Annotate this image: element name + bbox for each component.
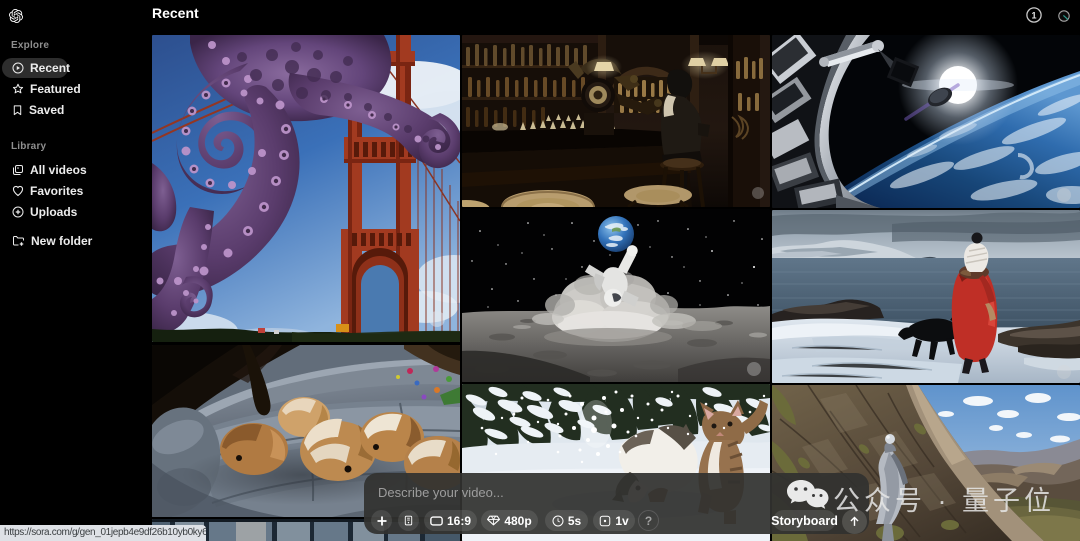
svg-text:1: 1 — [1031, 11, 1036, 21]
